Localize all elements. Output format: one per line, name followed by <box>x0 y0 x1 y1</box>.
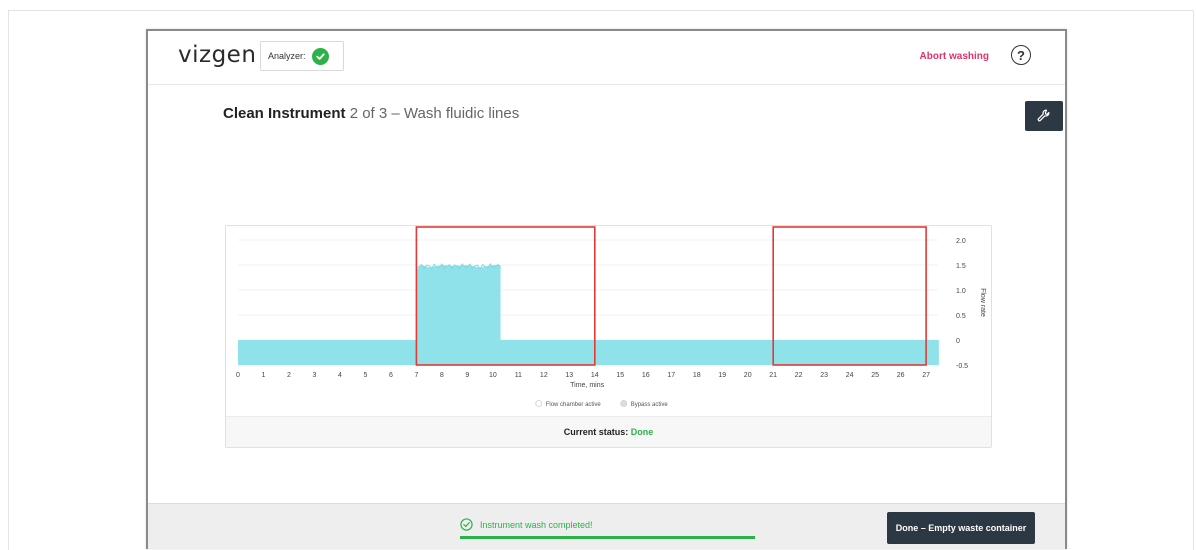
wrench-icon <box>1037 109 1050 122</box>
complete-msg-text: Instrument wash completed! <box>480 519 593 530</box>
x-tick-label: 14 <box>591 372 599 379</box>
y-tick-label: 0.5 <box>956 313 966 320</box>
status-value: Done <box>630 427 654 437</box>
page-title: Clean Instrument 2 of 3 – Wash fluidic l… <box>223 105 519 122</box>
flow-chart-card: 0 1 2 3 4 5 6 7 8 9 10 11 12 13 14 15 16 17 18 19 20 21 22 23 24… <box>225 225 992 448</box>
app-window: vizgen Analyzer: Abort washing ? Clean I… <box>146 29 1067 549</box>
x-tick-label: 4 <box>338 372 342 379</box>
x-tick-label: 24 <box>846 372 854 379</box>
x-tick-label: 11 <box>515 372 522 379</box>
x-tick-label: 17 <box>667 372 675 379</box>
x-tick-label: 19 <box>718 372 726 379</box>
x-tick-label: 16 <box>642 372 650 379</box>
x-axis-label: Time, mins <box>570 382 604 389</box>
legend-swatch <box>535 400 543 407</box>
wash-progress-bar <box>460 536 755 539</box>
analyzer-status-chip: Analyzer: <box>260 41 344 71</box>
x-tick-label: 1 <box>262 372 266 379</box>
help-glyph: ? <box>1017 47 1025 63</box>
flow-rate-chart: 0 1 2 3 4 5 6 7 8 9 10 11 12 13 14 15 16 17 18 19 20 21 22 23 24… <box>236 226 986 408</box>
check-circle-outline-icon <box>460 518 473 531</box>
x-tick-label: 15 <box>616 372 624 379</box>
x-tick-label: 22 <box>795 372 803 379</box>
y-tick-label: -0.5 <box>956 363 968 370</box>
legend-entry: Bypass active <box>631 402 669 408</box>
x-tick-label: 12 <box>540 372 548 379</box>
y-tick-label: 2.0 <box>956 238 966 245</box>
status-label: Current status: <box>563 427 629 437</box>
x-tick-label: 8 <box>440 372 444 379</box>
x-tick-label: 18 <box>693 372 701 379</box>
page-title-step: 2 of 3 – Wash fluidic lines <box>349 105 520 122</box>
x-tick-label: 25 <box>871 372 879 379</box>
x-tick-label: 9 <box>465 372 469 379</box>
x-tick-label: 26 <box>897 372 905 379</box>
x-tick-label: 27 <box>922 372 930 379</box>
x-tick-label: 23 <box>820 372 828 379</box>
check-circle-icon <box>311 47 329 65</box>
y-axis-label: Flow rate <box>979 288 986 317</box>
x-tick-label: 5 <box>363 372 367 379</box>
tools-button[interactable] <box>1025 101 1063 131</box>
y-tick-label: 1.5 <box>956 263 966 270</box>
x-tick-label: 20 <box>744 372 752 379</box>
y-tick-label: 1.0 <box>956 288 966 295</box>
legend-swatch <box>620 400 628 407</box>
analyzer-label: Analyzer: <box>268 51 306 61</box>
x-tick-label: 10 <box>489 372 497 379</box>
help-icon[interactable]: ? <box>1011 45 1031 65</box>
x-tick-label: 0 <box>236 372 240 379</box>
page-title-strong: Clean Instrument <box>223 105 346 122</box>
x-tick-label: 21 <box>769 372 777 379</box>
current-status: Current status: Done <box>226 427 991 437</box>
y-tick-label: 0 <box>956 338 960 345</box>
vizgen-logo: vizgen <box>178 42 257 68</box>
wash-complete-message: Instrument wash completed! <box>460 518 593 531</box>
x-tick-label: 3 <box>313 372 317 379</box>
x-tick-label: 7 <box>414 372 418 379</box>
done-empty-waste-button[interactable]: Done – Empty waste container <box>887 512 1035 544</box>
x-tick-label: 13 <box>565 372 573 379</box>
x-tick-label: 2 <box>287 372 291 379</box>
abort-washing-link[interactable]: Abort washing <box>920 51 989 62</box>
legend-entry: Flow chamber active <box>546 402 602 408</box>
main-content: Clean Instrument 2 of 3 – Wash fluidic l… <box>148 85 1065 503</box>
bottom-bar: Instrument wash completed! Done – Empty … <box>148 503 1065 549</box>
x-tick-label: 6 <box>389 372 393 379</box>
app-header: vizgen Analyzer: Abort washing ? <box>148 31 1065 85</box>
